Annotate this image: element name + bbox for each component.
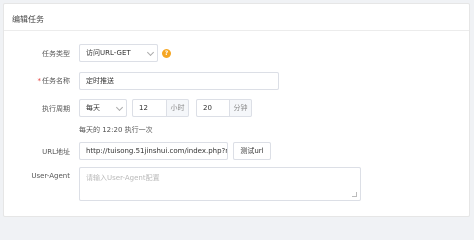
hour-unit: 小时 xyxy=(166,100,188,116)
card-title: 编辑任务 xyxy=(12,15,44,24)
card-header: 编辑任务 xyxy=(4,4,469,31)
url-input[interactable]: http://tuisong.51jinshui.com/index.php?m xyxy=(79,142,228,160)
user-agent-label: User-Agent xyxy=(31,172,70,180)
minute-value: 20 xyxy=(203,104,212,112)
minute-input[interactable]: 20 分钟 xyxy=(196,99,252,117)
chevron-down-icon xyxy=(146,48,155,57)
hour-input[interactable]: 12 小时 xyxy=(132,99,189,117)
task-name-label-text: 任务名称 xyxy=(42,77,70,85)
resize-handle-icon[interactable] xyxy=(352,192,357,197)
frequency-value: 每天 xyxy=(86,104,100,112)
task-type-label: 任务类型 xyxy=(42,50,70,58)
task-type-select[interactable]: 访问URL-GET xyxy=(79,44,158,62)
chevron-down-icon xyxy=(115,103,124,112)
required-mark: * xyxy=(37,77,42,85)
period-hint: 每天的 12:20 执行一次 xyxy=(79,126,153,134)
task-name-input[interactable]: 定时推送 xyxy=(79,72,279,90)
url-value: http://tuisong.51jinshui.com/index.php?m xyxy=(86,147,228,155)
frequency-select[interactable]: 每天 xyxy=(79,99,127,117)
task-type-value: 访问URL-GET xyxy=(86,49,131,57)
question-circle-icon[interactable]: ? xyxy=(162,49,171,58)
test-url-button[interactable]: 测试url xyxy=(233,142,271,160)
hour-value: 12 xyxy=(139,104,148,112)
task-name-value: 定时推送 xyxy=(86,77,114,85)
task-name-label: *任务名称 xyxy=(8,76,71,86)
minute-unit: 分钟 xyxy=(229,100,251,116)
edit-task-card: 编辑任务 任务类型 访问URL-GET ? *任务名称 定时推送 执行周期 每天… xyxy=(3,3,470,217)
user-agent-textarea[interactable] xyxy=(79,167,361,201)
period-label: 执行周期 xyxy=(42,105,70,113)
url-label: URL地址 xyxy=(42,148,70,156)
